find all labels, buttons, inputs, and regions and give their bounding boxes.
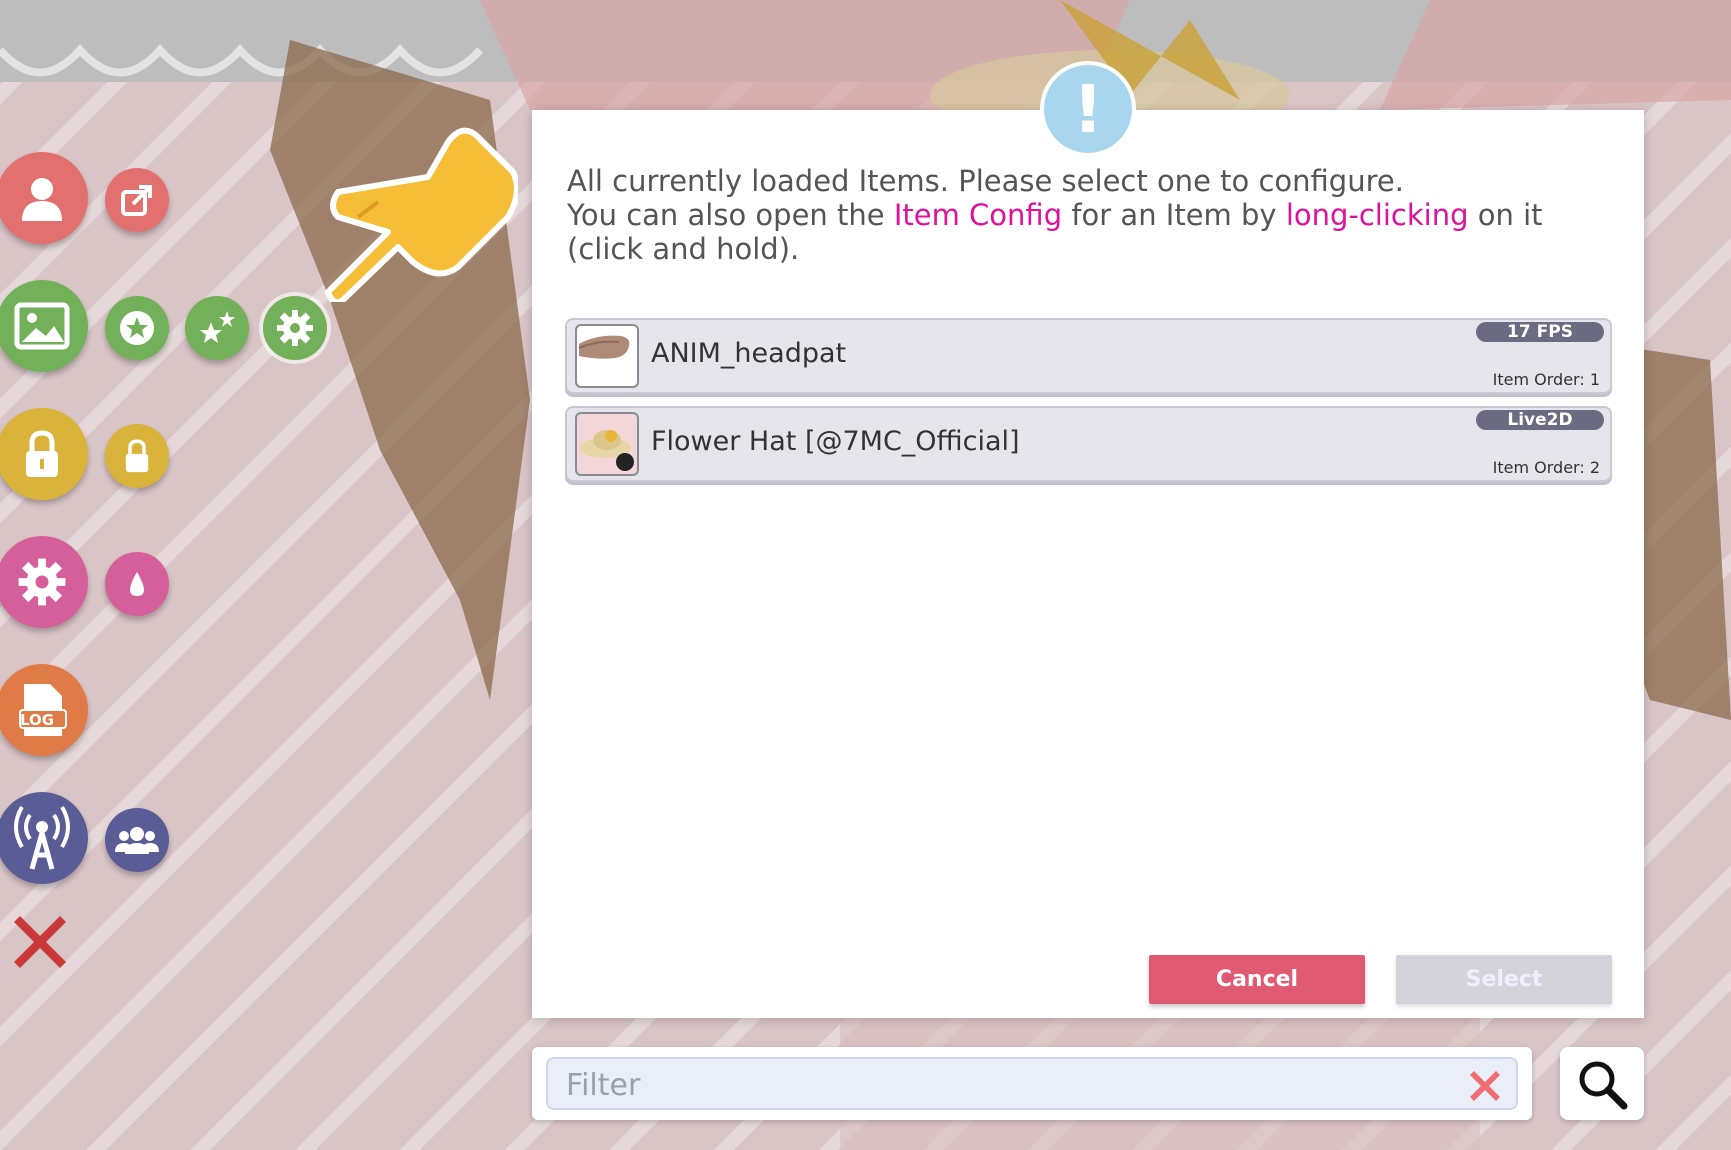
- cancel-button[interactable]: Cancel: [1149, 955, 1365, 1004]
- item-config-gear-button[interactable]: [263, 296, 327, 360]
- clear-x-icon: [1470, 1071, 1500, 1101]
- image-button[interactable]: [0, 280, 88, 372]
- star-icon: [120, 311, 154, 345]
- search-button[interactable]: [1560, 1047, 1644, 1120]
- message-line1: All currently loaded Items. Please selec…: [567, 164, 1404, 198]
- item-order: Item Order: 2: [1492, 458, 1600, 477]
- item-type-badge: Live2D: [1476, 410, 1604, 430]
- item-order: Item Order: 1: [1492, 370, 1600, 389]
- lock-small-button[interactable]: [105, 424, 169, 488]
- close-menu-button[interactable]: [6, 908, 74, 980]
- filter-field: [546, 1057, 1518, 1110]
- flower-hat-thumbnail: [579, 430, 634, 471]
- item-thumbnail: [575, 324, 639, 388]
- item-thumbnail: [575, 412, 639, 476]
- message-line2: You can also open the Item Config for an…: [567, 198, 1567, 266]
- broadcast-button[interactable]: [0, 792, 88, 884]
- gear-icon: [277, 310, 313, 346]
- search-icon: [1579, 1061, 1628, 1109]
- clear-filter-button[interactable]: [1466, 1067, 1504, 1109]
- long-clicking-link: long-clicking: [1285, 198, 1469, 232]
- message-line2-pre: You can also open the: [567, 198, 894, 232]
- lock-icon: [26, 430, 58, 477]
- alert-icon: !: [1040, 61, 1136, 157]
- lock-button[interactable]: [0, 408, 88, 500]
- item-config-link: Item Config: [893, 198, 1063, 232]
- settings-button[interactable]: [0, 536, 88, 628]
- item-row-anim-headpat[interactable]: ANIM_headpat 17 FPS Item Order: 1: [565, 318, 1612, 394]
- favorite-button[interactable]: [105, 296, 169, 360]
- log-file-icon: [19, 684, 67, 736]
- lock-small-icon: [125, 439, 149, 473]
- item-row-flower-hat[interactable]: Flower Hat [@7MC_Official] Live2D Item O…: [565, 406, 1612, 482]
- drop-button[interactable]: [105, 552, 169, 616]
- message-line2-mid: for an Item by: [1062, 198, 1286, 232]
- drop-icon: [130, 572, 144, 596]
- image-icon: [14, 302, 70, 350]
- alert-glyph: !: [1072, 70, 1104, 148]
- sparkle-stars-icon: [200, 311, 235, 343]
- item-type-badge: 17 FPS: [1476, 322, 1604, 342]
- export-icon: [121, 185, 152, 216]
- select-button[interactable]: Select: [1396, 955, 1612, 1004]
- group-icon: [115, 827, 159, 854]
- item-name: Flower Hat [@7MC_Official]: [651, 426, 1020, 457]
- filter-bar: [532, 1047, 1532, 1120]
- pointing-hand-icon: [325, 127, 518, 302]
- user-button[interactable]: [0, 152, 88, 244]
- user-icon: [22, 178, 62, 221]
- log-label: LOG: [20, 711, 55, 729]
- effects-button[interactable]: [185, 296, 249, 360]
- close-x-icon: [14, 916, 66, 968]
- export-button[interactable]: [105, 168, 169, 232]
- filter-input[interactable]: [564, 1065, 1448, 1105]
- dialog-message: All currently loaded Items. Please selec…: [567, 164, 1567, 266]
- broadcast-tower-icon: [14, 805, 70, 870]
- hand-thumbnail: [578, 335, 630, 359]
- settings-gear-icon: [18, 558, 66, 606]
- item-name: ANIM_headpat: [651, 338, 847, 369]
- log-button[interactable]: LOG: [0, 664, 88, 756]
- group-button[interactable]: [105, 808, 169, 872]
